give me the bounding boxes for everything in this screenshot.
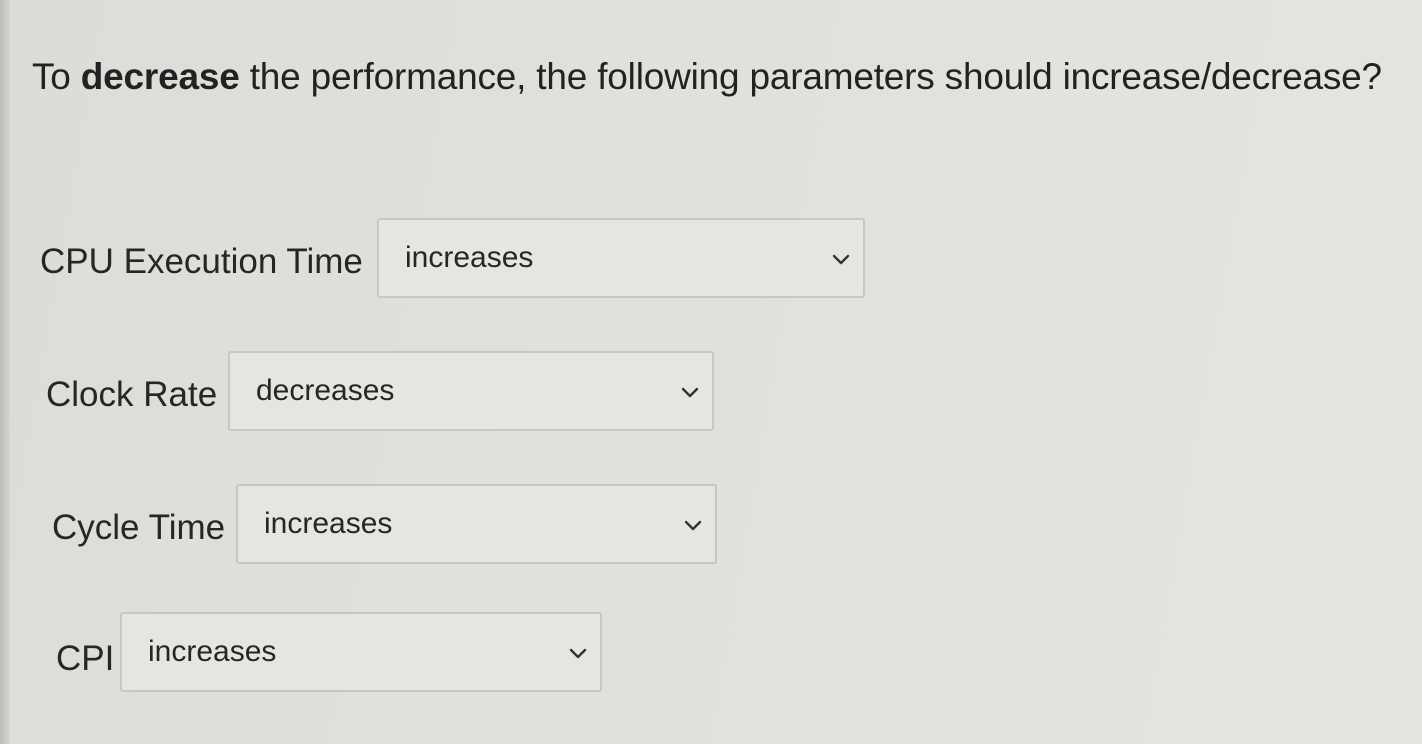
cpu-execution-time-value: increases	[405, 241, 534, 274]
cpu-execution-time-label: CPU Execution Time	[40, 242, 363, 281]
clock-rate-select[interactable]: decreases	[228, 351, 714, 431]
question-emphasis: decrease	[80, 56, 240, 97]
cycle-time-label: Cycle Time	[52, 508, 226, 547]
question-prefix: To	[32, 56, 81, 97]
chevron-down-icon	[681, 387, 699, 398]
cpi-label: CPI	[56, 639, 115, 678]
cycle-time-select[interactable]: increases	[236, 484, 717, 564]
cpi-select[interactable]: increases	[120, 612, 602, 692]
cpi-value: increases	[148, 635, 277, 668]
chevron-down-icon	[684, 520, 702, 531]
clock-rate-value: decreases	[256, 374, 395, 407]
screen-left-edge	[0, 0, 10, 744]
chevron-down-icon	[832, 254, 850, 265]
chevron-down-icon	[569, 648, 587, 659]
cycle-time-value: increases	[264, 507, 393, 540]
cpu-execution-time-select[interactable]: increases	[377, 218, 865, 298]
question-suffix: the performance, the following parameter…	[239, 56, 1382, 97]
clock-rate-label: Clock Rate	[46, 375, 218, 414]
question-text: To decrease the performance, the followi…	[32, 52, 1382, 102]
